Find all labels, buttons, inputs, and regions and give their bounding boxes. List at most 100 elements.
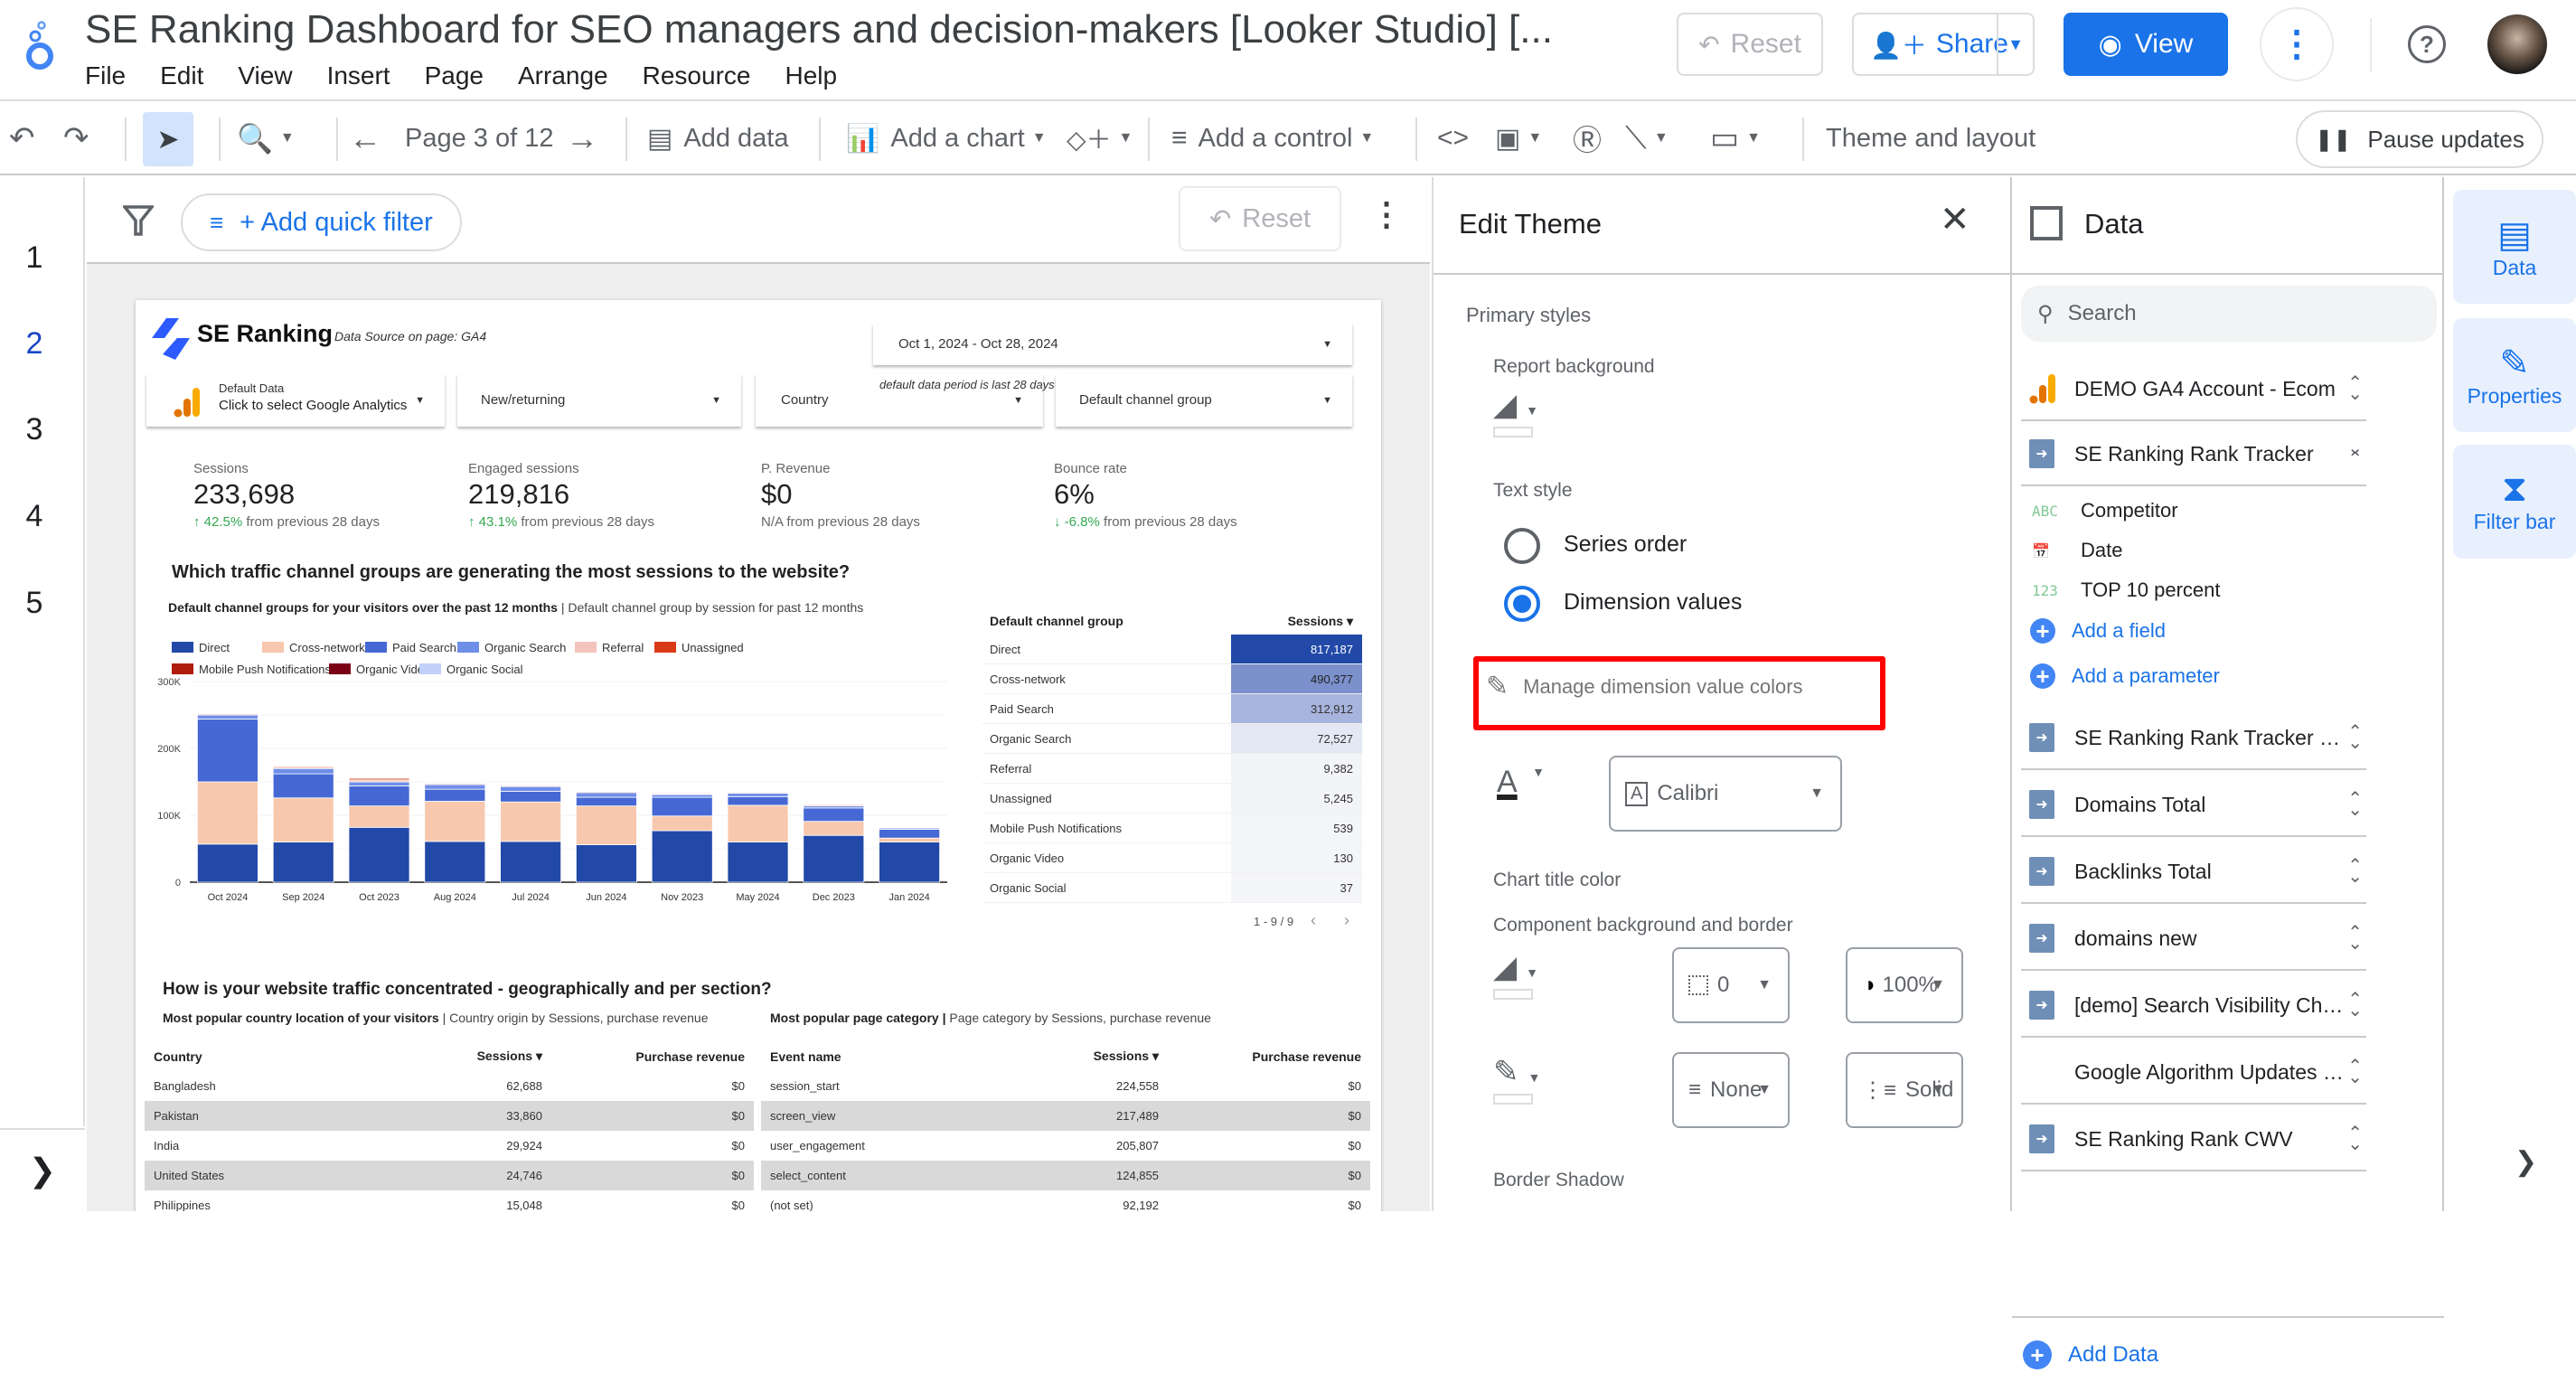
bar-segment-cross-network[interactable] <box>424 801 486 842</box>
menu-insert[interactable]: Insert <box>327 61 390 90</box>
theme-and-layout-button[interactable]: Theme and layout <box>1826 101 2035 175</box>
zoom-button[interactable]: 🔍 ▼ <box>237 101 295 175</box>
border-weight-select[interactable]: ≡ None ▼ <box>1672 1052 1790 1128</box>
stacked-bar-chart[interactable]: Direct Cross-network Paid Search Organic Se… <box>136 618 967 908</box>
help-icon[interactable]: ? <box>2408 25 2446 63</box>
bar-segment-direct[interactable] <box>424 841 486 883</box>
bar-segment-organic-search[interactable] <box>348 781 410 786</box>
line-button[interactable]: ⟍ ▼ <box>1625 101 1669 175</box>
bar-segment-direct[interactable] <box>651 830 713 883</box>
page-item[interactable]: 1 <box>0 240 69 276</box>
bar-segment-organic-social[interactable] <box>424 782 486 784</box>
expand-icon[interactable]: ⌃ ⌄ <box>2347 991 2363 1020</box>
bar-segment-paid-search[interactable] <box>500 790 562 803</box>
bar-segment-cross-network[interactable] <box>651 815 713 832</box>
table-row[interactable]: Direct 817,187 <box>982 635 1362 664</box>
undo-icon[interactable]: ↶ <box>9 101 35 175</box>
bar-segment-organic-search[interactable] <box>424 784 486 790</box>
data-source-item[interactable]: ➜SE Ranking Rank Tracker - Added c...⌃⌄ <box>2021 707 2366 770</box>
bar-segment-paid-search[interactable] <box>803 807 865 823</box>
expand-icon[interactable]: ⌃ ⌄ <box>2347 1124 2363 1153</box>
close-icon[interactable]: ✕ <box>1940 199 1970 240</box>
embed-code-icon[interactable]: <> <box>1437 101 1469 175</box>
bar-segment-direct[interactable] <box>727 842 789 883</box>
bar-segment-organic-social[interactable] <box>879 826 941 828</box>
more-options-button[interactable]: ⋮ <box>2260 7 2334 81</box>
bar-segment-organic-search[interactable] <box>575 792 637 798</box>
bar-segment-paid-search[interactable] <box>575 796 637 807</box>
rail-filter-bar-button[interactable]: ⧗ Filter bar <box>2453 445 2576 559</box>
page-item[interactable]: 5 <box>0 586 69 621</box>
expand-icon[interactable]: ⌃ ⌄ <box>2347 1058 2363 1086</box>
channel-group-control[interactable]: Default channel group ▼ <box>1056 374 1352 427</box>
legend-label[interactable]: Direct <box>199 641 230 654</box>
data-source-item[interactable]: DEMO GA4 Account - Ecom ⌃ ⌄ <box>2021 358 2366 421</box>
rail-data-button[interactable]: ▤ Data <box>2453 190 2576 304</box>
bar-segment-direct[interactable] <box>196 843 259 883</box>
page-item[interactable]: 4 <box>0 499 69 534</box>
bar-segment-organic-social[interactable] <box>196 712 259 714</box>
bar-segment-direct[interactable] <box>348 826 410 883</box>
add-chart-button[interactable]: 📊 Add a chart ▼ <box>846 101 1047 175</box>
border-color-picker[interactable]: ✎ ▼ <box>1493 1054 1540 1105</box>
table-row[interactable]: Pakistan 33,860 $0 <box>145 1101 754 1131</box>
legend-label[interactable]: Mobile Push Notifications <box>199 663 331 676</box>
next-page-icon[interactable]: › <box>1344 911 1349 930</box>
rail-properties-button[interactable]: ✎ Properties <box>2453 318 2576 432</box>
table-row[interactable]: Bangladesh 62,688 $0 <box>145 1071 754 1101</box>
prev-page-icon[interactable]: ‹ <box>1311 911 1316 930</box>
bar-segment-direct[interactable] <box>879 842 941 883</box>
corner-radius-select[interactable]: 0 ▼ <box>1672 947 1790 1023</box>
bar-segment-direct[interactable] <box>500 841 562 883</box>
add-control-button[interactable]: ≡ Add a control ▼ <box>1171 101 1374 175</box>
report-background-color-picker[interactable]: ◢ ▼ <box>1493 387 1538 437</box>
table-row[interactable]: user_engagement 205,807 $0 <box>761 1131 1370 1161</box>
collapse-icon[interactable]: ⌄ ⌃ <box>2347 439 2363 468</box>
border-style-select[interactable]: ⋮≡ Solid ▼ <box>1846 1052 1963 1128</box>
view-button[interactable]: ◉ View <box>2064 13 2228 76</box>
image-button[interactable]: ▣ ▼ <box>1495 101 1542 175</box>
bar-segment-organic-social[interactable] <box>272 765 334 767</box>
search-input[interactable]: ⚲ Search <box>2021 286 2437 342</box>
table-row[interactable]: Unassigned 5,245 <box>982 784 1362 814</box>
previous-page-button[interactable]: ← <box>349 101 381 175</box>
bar-segment-organic-social[interactable] <box>575 790 637 792</box>
table-row[interactable]: select_content 124,855 $0 <box>761 1161 1370 1190</box>
table-row[interactable]: screen_view 217,489 $0 <box>761 1101 1370 1131</box>
table-row[interactable]: Cross-network 490,377 <box>982 664 1362 694</box>
menu-arrange[interactable]: Arrange <box>518 61 608 90</box>
legend-label[interactable]: Organic Social <box>447 663 523 676</box>
bar-segment-organic-search[interactable] <box>272 767 334 775</box>
bar-segment-organic-search[interactable] <box>727 793 789 797</box>
legend-label[interactable]: Cross-network <box>289 641 365 654</box>
reset-filters-button[interactable]: ↶ Reset <box>1179 186 1341 251</box>
legend-label[interactable]: Organic Video <box>356 663 430 676</box>
table-row[interactable]: Paid Search 312,912 <box>982 694 1362 724</box>
bar-segment-organic-search[interactable] <box>500 785 562 792</box>
field-item[interactable]: 📅 Date <box>2032 539 2122 562</box>
bar-segment-paid-search[interactable] <box>651 796 713 817</box>
select-tool-button[interactable]: ➤ <box>143 112 193 166</box>
data-source-item[interactable]: ➜ Domains Total ⌃ ⌄ <box>2021 774 2366 837</box>
menu-help[interactable]: Help <box>785 61 837 90</box>
expand-icon[interactable]: ⌃ ⌄ <box>2347 723 2363 752</box>
data-source-item[interactable]: Google Algorithm Updates Sheet⌃⌄ <box>2021 1041 2366 1105</box>
shape-button[interactable]: ▭ ▼ <box>1710 101 1761 175</box>
text-color-picker[interactable]: A ▼ <box>1497 765 1545 800</box>
component-background-color-picker[interactable]: ◢ ▼ <box>1493 949 1538 1000</box>
report-title[interactable]: SE Ranking Dashboard for SEO managers an… <box>85 7 1553 52</box>
expand-icon[interactable]: ⌃ ⌄ <box>2347 374 2363 403</box>
share-button[interactable]: 👤＋ Share ▼ <box>1852 13 2035 76</box>
bar-segment-direct[interactable] <box>272 842 334 883</box>
menu-view[interactable]: View <box>238 61 292 90</box>
expand-icon[interactable]: ⌃ ⌄ <box>2347 857 2363 886</box>
table-row[interactable]: session_start 224,558 $0 <box>761 1071 1370 1101</box>
bar-segment-organic-search[interactable] <box>196 714 259 720</box>
page-item[interactable]: 3 <box>0 412 69 447</box>
legend-label[interactable]: Paid Search <box>392 641 456 654</box>
bar-segment-paid-search[interactable] <box>879 829 941 839</box>
data-source-item[interactable]: ➜ SE Ranking Rank CWV ⌃ ⌄ <box>2021 1108 2366 1171</box>
avatar[interactable] <box>2487 14 2547 74</box>
data-source-item[interactable]: ➜[demo] Search Visibility Chart (Goo...⌃… <box>2021 974 2366 1038</box>
table-row[interactable]: United States 24,746 $0 <box>145 1161 754 1190</box>
